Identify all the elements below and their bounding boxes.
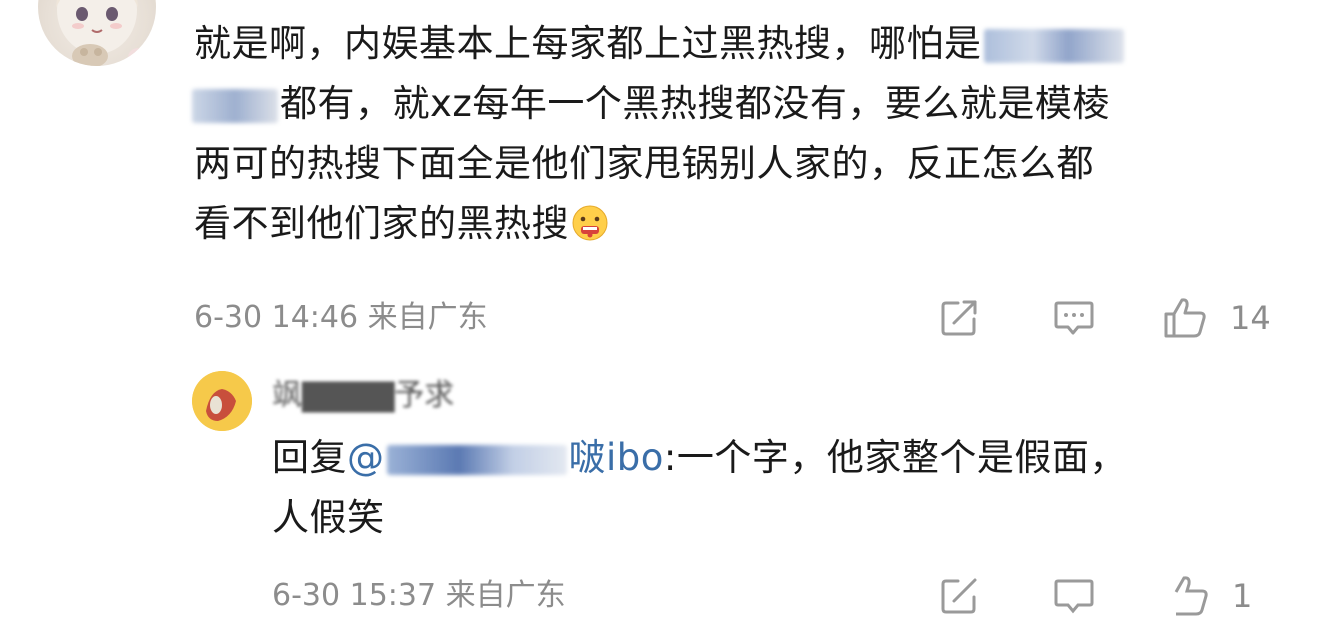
reply-text-segment: :一个字，他家整个是假面， [663, 436, 1127, 479]
reply-share-button[interactable] [938, 572, 980, 620]
reply-text-segment: 人假笑 [272, 496, 385, 539]
reply-text: 回复@ 啵ibo:一个字，他家整个是假面， 人假笑 [272, 428, 1282, 548]
thumbs-up-icon [1174, 576, 1208, 616]
like-button[interactable]: 14 [1162, 294, 1271, 342]
comment-bubble-icon [1054, 579, 1094, 614]
comment-line: 就是啊，内娱基本上每家都上过黑热搜，哪怕是 [194, 14, 1294, 74]
mention-link[interactable]: @ 啵ibo [347, 436, 664, 479]
comment-button[interactable] [1052, 294, 1096, 342]
avatar[interactable] [38, 0, 156, 66]
avatar-anime-girl-icon [56, 0, 148, 66]
comment-text-segment: 看不到他们家的黑热搜 [194, 202, 569, 245]
reply-meta: 6-30 15:37 来自广东 1 [272, 572, 1302, 620]
comment-text-segment: 就是啊，内娱基本上每家都上过黑热搜，哪怕是 [194, 22, 982, 65]
comment-text-segment: 两可的热搜下面全是他们家甩锅别人家的，反正怎么都 [194, 142, 1094, 185]
reply-line: 人假笑 [272, 488, 1282, 548]
thumbs-up-icon [1164, 298, 1206, 338]
like-count: 1 [1232, 577, 1253, 615]
avatar-icon [192, 371, 252, 431]
mention-start: @ [347, 436, 385, 479]
reply-like-button[interactable]: 1 [1164, 572, 1252, 620]
reply-text-segment: 回复 [272, 436, 347, 479]
comment-text: 就是啊，内娱基本上每家都上过黑热搜，哪怕是 都有，就xz每年一个黑热搜都没有，要… [192, 14, 1294, 254]
comment-bubble-icon [1054, 301, 1094, 335]
reply-line: 回复@ 啵ibo:一个字，他家整个是假面， [272, 428, 1282, 488]
redacted-text [386, 444, 567, 475]
reply-username[interactable]: 飒▇▇▇▇予求 [272, 372, 454, 420]
mention-end: 啵ibo [568, 436, 664, 479]
comment-line: 看不到他们家的黑热搜 [194, 194, 1294, 254]
reply-comment-button[interactable] [1052, 572, 1096, 620]
comment-text-segment: 都有，就xz每年一个黑热搜都没有，要么就是模棱 [280, 82, 1110, 125]
grimacing-face-emoji-icon [572, 205, 608, 241]
like-count: 14 [1230, 299, 1271, 337]
share-button[interactable] [938, 294, 980, 342]
redacted-text [192, 88, 278, 123]
share-icon [941, 578, 977, 614]
reply-avatar[interactable] [192, 371, 252, 431]
share-icon [941, 300, 977, 336]
comment-meta: 6-30 14:46 来自广东 14 [194, 294, 1294, 342]
comment-timestamp: 6-30 14:46 来自广东 [194, 300, 488, 335]
comment-line: 两可的热搜下面全是他们家甩锅别人家的，反正怎么都 [194, 134, 1294, 194]
reply-timestamp: 6-30 15:37 来自广东 [272, 578, 566, 613]
comment-line: 都有，就xz每年一个黑热搜都没有，要么就是模棱 [192, 74, 1294, 134]
redacted-text [983, 28, 1124, 63]
